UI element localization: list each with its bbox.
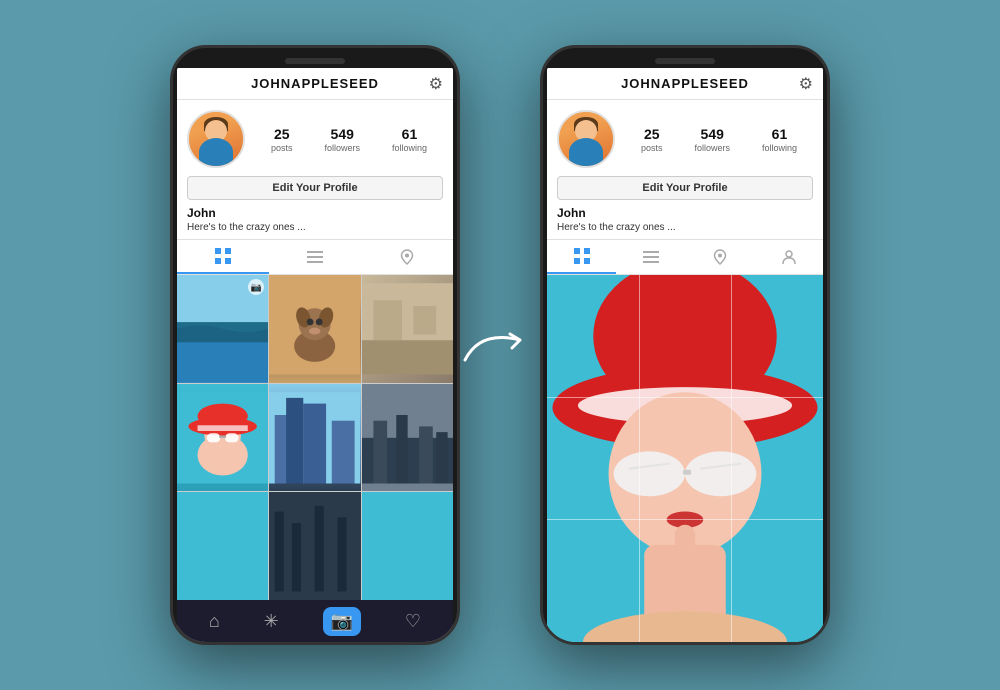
avatar-body-left [199,138,233,166]
profile-section-right: 25 posts 549 followers 61 following E [547,100,823,239]
tab-location-left[interactable] [361,240,453,274]
grid-cell-city [362,384,453,492]
left-phone: JOHNAPPLESEED ⚙ 25 [170,45,460,645]
scene: JOHNAPPLESEED ⚙ 25 [0,0,1000,690]
profile-section-left: 25 posts 549 followers 61 following E [177,100,453,239]
tab-grid-right[interactable] [547,240,616,274]
stat-posts-label-right: posts [641,143,663,153]
avatar-right [557,110,615,168]
stat-posts-label-left: posts [271,143,293,153]
profile-bio-left: Here's to the crazy ones ... [187,222,443,233]
app-header-left: JOHNAPPLESEED ⚙ [177,68,453,100]
stat-following-right: 61 following [762,126,797,153]
right-phone: JOHNAPPLESEED ⚙ 25 [540,45,830,645]
edit-profile-btn-left[interactable]: Edit Your Profile [187,176,443,200]
grid-cell-dog [269,275,360,383]
stat-followers-number-right: 549 [701,126,724,142]
nav-camera-left[interactable]: 📷 [323,607,361,636]
stats-row-right: 25 posts 549 followers 61 following [625,126,813,153]
tab-location-right[interactable] [685,240,754,274]
tab-list-left[interactable] [269,240,361,274]
bottom-nav-left: ⌂ ✳ 📷 ♡ [177,600,453,642]
big-photo-bg [547,275,823,642]
photo-grid-left: 📷 [177,275,453,600]
grid-cell-dark [269,492,360,600]
nav-home-left[interactable]: ⌂ [209,611,220,632]
grid-cell-teal1 [177,492,268,600]
stat-posts-number-right: 25 [644,126,660,142]
grid-cell-ocean: 📷 [177,275,268,383]
grid-cell-room [362,275,453,383]
profile-name-right: John [557,206,813,220]
profile-bio-right: Here's to the crazy ones ... [557,222,813,233]
profile-name-left: John [187,206,443,220]
profile-top-left: 25 posts 549 followers 61 following [187,110,443,168]
profile-top-right: 25 posts 549 followers 61 following [557,110,813,168]
big-photo-content [547,275,823,642]
grid-content-left: 📷 [177,275,453,600]
tab-tagged-right[interactable] [754,240,823,274]
tab-grid-left[interactable] [177,240,269,274]
stat-followers-left: 549 followers [324,126,360,153]
stat-posts-number-left: 25 [274,126,290,142]
tabs-row-left [177,239,453,275]
arrow-container [460,315,540,375]
tabs-row-right [547,239,823,275]
screen-left: JOHNAPPLESEED ⚙ 25 [177,68,453,642]
app-header-right: JOHNAPPLESEED ⚙ [547,68,823,100]
stat-posts-right: 25 posts [641,126,663,153]
grid-cell-woman [177,384,268,492]
stat-following-label-right: following [762,143,797,153]
stat-followers-number-left: 549 [331,126,354,142]
stat-following-number-right: 61 [772,126,788,142]
stats-row-left: 25 posts 549 followers 61 following [255,126,443,153]
stat-following-label-left: following [392,143,427,153]
username-left: JOHNAPPLESEED [251,76,379,91]
grid-cell-teal2 [362,492,453,600]
gear-icon-right[interactable]: ⚙ [799,74,813,94]
stat-followers-right: 549 followers [694,126,730,153]
nav-likes-left[interactable]: ♡ [405,611,421,632]
phone-speaker-right [655,58,715,64]
avatar-left [187,110,245,168]
screen-right: JOHNAPPLESEED ⚙ 25 [547,68,823,642]
username-right: JOHNAPPLESEED [621,76,749,91]
tab-list-right[interactable] [616,240,685,274]
phone-speaker-left [285,58,345,64]
stat-following-left: 61 following [392,126,427,153]
stat-followers-label-right: followers [694,143,730,153]
edit-profile-btn-right[interactable]: Edit Your Profile [557,176,813,200]
nav-explore-left[interactable]: ✳ [264,611,279,632]
gear-icon-left[interactable]: ⚙ [429,74,443,94]
stat-following-number-left: 61 [402,126,418,142]
grid-cell-buildings [269,384,360,492]
stat-posts-left: 25 posts [271,126,293,153]
avatar-body-right [569,138,603,166]
stat-followers-label-left: followers [324,143,360,153]
